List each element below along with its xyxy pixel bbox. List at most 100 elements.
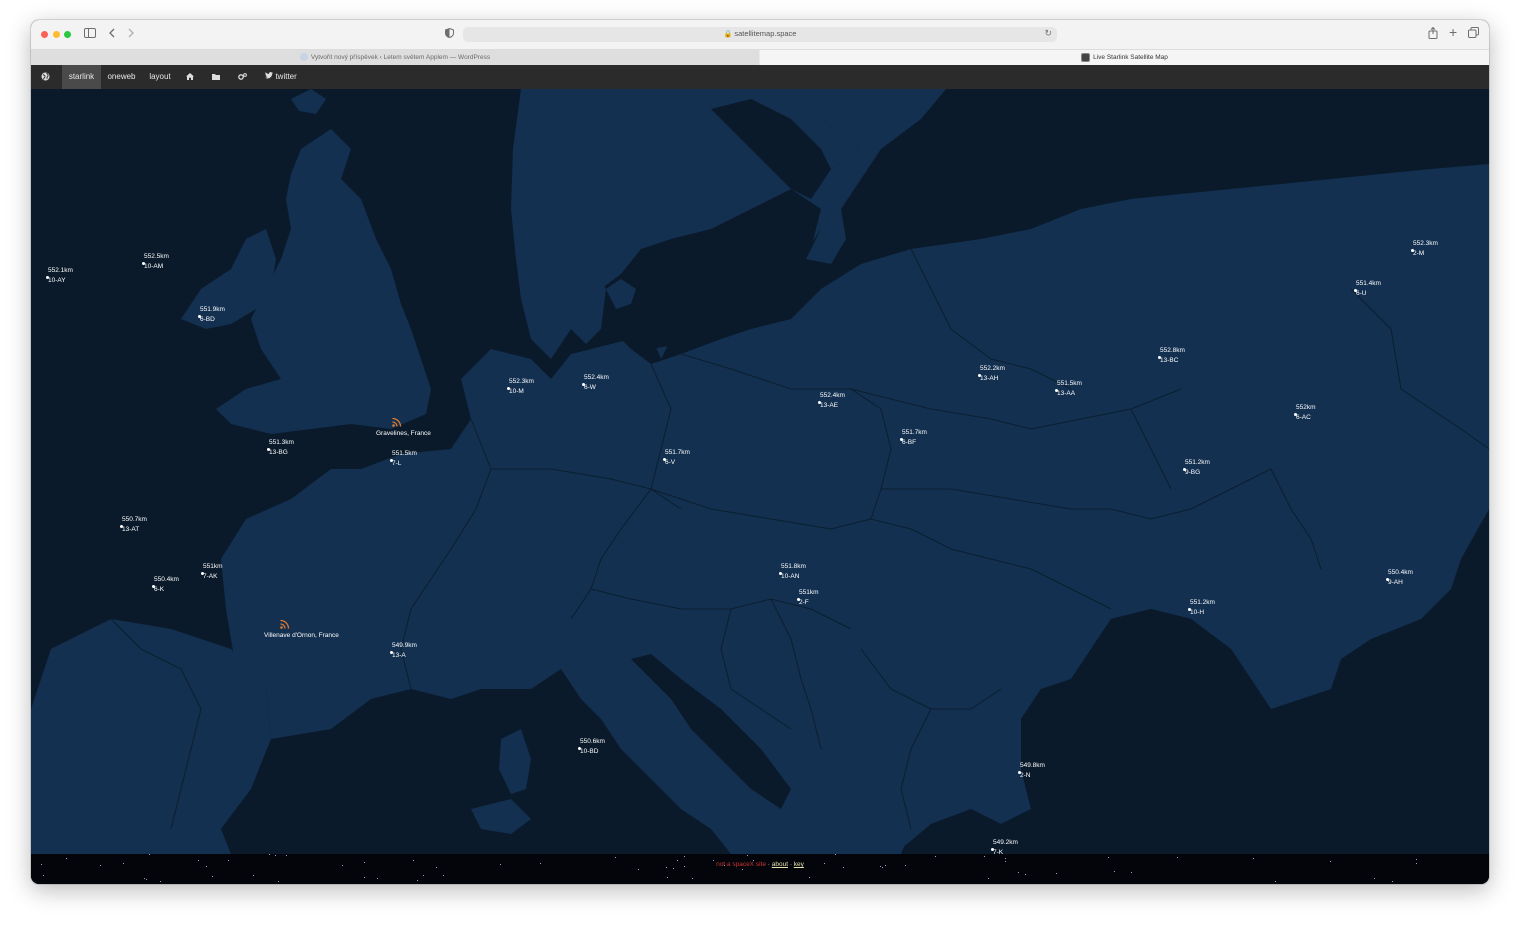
satellite-marker[interactable]: 551.2km 9-BG xyxy=(1183,458,1263,482)
satellite-marker[interactable]: 549.2km 7-K xyxy=(991,838,1071,854)
ground-station-marker[interactable]: Villenave d'Ornon, France xyxy=(264,619,384,643)
star-dot xyxy=(198,860,199,861)
tab-overview-icon[interactable] xyxy=(1468,27,1479,41)
satellite-altitude: 551.5km xyxy=(1057,380,1082,387)
satellite-map[interactable]: 552.1km 10-AY 552.5km 10-AM 551.9km 6-BD… xyxy=(31,89,1489,854)
satellite-marker[interactable]: 551.5km 7-L xyxy=(390,449,470,473)
star-dot xyxy=(212,876,213,877)
folder-icon[interactable] xyxy=(209,65,223,89)
star-dot xyxy=(423,875,424,876)
star-dot xyxy=(160,881,161,882)
star-dot xyxy=(753,860,754,861)
satellite-marker[interactable]: 551.4km 6-U xyxy=(1354,279,1434,303)
satellite-altitude: 550.6km xyxy=(580,738,605,745)
star-dot xyxy=(882,867,883,868)
satellite-marker[interactable]: 552.1km 10-AY xyxy=(46,266,126,290)
ground-station-name: Gravelines, France xyxy=(376,430,431,437)
minimize-window-button[interactable] xyxy=(53,31,60,38)
close-window-button[interactable] xyxy=(41,31,48,38)
satellite-altitude: 552.1km xyxy=(48,267,73,274)
satellite-marker[interactable]: 552.2km 13-AH xyxy=(978,364,1058,388)
satellite-marker[interactable]: 550.4km 6-K xyxy=(152,575,232,599)
shield-icon[interactable] xyxy=(445,27,454,41)
star-dot xyxy=(747,855,748,856)
satellite-altitude: 552.3km xyxy=(1413,240,1438,247)
tab-title: Vytvořit nový příspěvek ‹ Letem světem A… xyxy=(310,54,491,61)
footer-starfield: not a spaceX site · about · key xyxy=(31,854,1489,884)
ground-station-name: Villenave d'Ornon, France xyxy=(264,632,339,639)
share-icon[interactable] xyxy=(1428,26,1438,42)
satellite-id: 9-BG xyxy=(1185,469,1201,476)
home-icon[interactable] xyxy=(183,65,197,89)
star-dot xyxy=(666,867,667,868)
star-dot xyxy=(1330,861,1331,862)
tab-starlink-map[interactable]: Live Starlink Satellite Map xyxy=(760,50,1489,66)
satellite-marker[interactable]: 551.2km 10-H xyxy=(1188,598,1268,622)
nav-layout[interactable]: layout xyxy=(145,65,175,89)
satellite-marker[interactable]: 552.8km 13-BC xyxy=(1158,346,1238,370)
satellite-marker[interactable]: 551.8km 10-AN xyxy=(779,562,859,586)
nav-starlink[interactable]: starlink xyxy=(62,65,101,89)
satellite-marker[interactable]: 551.7km 6-V xyxy=(663,448,743,472)
ground-station-marker[interactable]: Gravelines, France xyxy=(376,417,496,441)
globe-icon[interactable] xyxy=(37,65,53,89)
satellite-marker[interactable]: 551km 2-F xyxy=(797,588,877,612)
satellite-altitude: 551.8km xyxy=(781,563,806,570)
about-link[interactable]: about xyxy=(772,861,788,868)
satellite-altitude: 550.7km xyxy=(122,516,147,523)
satellite-marker[interactable]: 552.4km 13-AE xyxy=(818,391,898,415)
new-tab-icon[interactable]: + xyxy=(1449,25,1457,39)
reload-icon[interactable]: ↻ xyxy=(1044,28,1052,39)
star-dot xyxy=(905,865,906,866)
satellite-marker[interactable]: 550.7km 13-AT xyxy=(120,515,200,539)
satellite-marker[interactable]: 552.5km 10-AM xyxy=(142,252,222,276)
star-dot xyxy=(1416,863,1417,864)
satellite-marker[interactable]: 550.4km 9-AH xyxy=(1386,568,1466,592)
satellite-altitude: 551km xyxy=(203,563,223,570)
satellite-marker[interactable]: 551.7km 6-BF xyxy=(900,428,980,452)
satellite-altitude: 551.7km xyxy=(665,449,690,456)
star-dot xyxy=(1253,858,1254,859)
satellite-id: 2-M xyxy=(1413,250,1425,257)
address-bar[interactable]: 🔒 satellitemap.space ↻ xyxy=(463,27,1057,42)
satellite-altitude: 552.3km xyxy=(509,378,534,385)
nav-twitter[interactable]: twitter xyxy=(261,65,301,89)
satellite-marker[interactable]: 551.3km 13-BG xyxy=(267,438,347,462)
satellite-id: 6-V xyxy=(665,459,676,466)
satellite-altitude: 552.2km xyxy=(980,365,1005,372)
satellite-marker[interactable]: 552.3km 2-M xyxy=(1411,239,1489,263)
browser-window: 🔒 satellitemap.space ↻ + Vytvořit nový p… xyxy=(31,20,1489,884)
key-link[interactable]: key xyxy=(794,861,804,868)
satellite-marker[interactable]: 551.5km 13-AA xyxy=(1055,379,1135,403)
star-dot xyxy=(1018,872,1019,873)
star-dot xyxy=(724,865,725,866)
nav-oneweb[interactable]: oneweb xyxy=(104,65,139,89)
satellite-altitude: 551.5km xyxy=(392,450,417,457)
satellite-marker[interactable]: 549.9km 13-A xyxy=(390,641,470,665)
cogs-icon[interactable] xyxy=(235,65,249,89)
star-dot xyxy=(880,866,881,867)
star-dot xyxy=(228,860,229,861)
star-dot xyxy=(843,867,844,868)
satellite-marker[interactable]: 552.3km 10-M xyxy=(507,377,587,401)
star-dot xyxy=(684,866,685,867)
tab-wordpress[interactable]: Vytvořit nový příspěvek ‹ Letem světem A… xyxy=(31,50,759,66)
satellite-altitude: 551.2km xyxy=(1185,459,1210,466)
satellite-marker[interactable]: 549.8km 2-N xyxy=(1018,761,1098,785)
forward-icon[interactable] xyxy=(127,27,135,41)
sidebar-icon[interactable] xyxy=(84,27,96,41)
satellite-altitude: 552.4km xyxy=(584,374,609,381)
star-dot xyxy=(684,856,685,857)
twitter-icon xyxy=(265,65,274,89)
zoom-window-button[interactable] xyxy=(64,31,71,38)
satellite-id: 10-M xyxy=(509,388,524,395)
satellite-altitude: 551.4km xyxy=(1356,280,1381,287)
satellite-altitude: 552.4km xyxy=(820,392,845,399)
star-dot xyxy=(692,878,693,879)
satellite-marker[interactable]: 550.6km 10-BD xyxy=(578,737,658,761)
satellite-marker[interactable]: 552.4km 6-W xyxy=(582,373,662,397)
satellite-marker[interactable]: 551.9km 6-BD xyxy=(198,305,278,329)
back-icon[interactable] xyxy=(108,27,116,41)
star-dot xyxy=(286,855,287,856)
satellite-marker[interactable]: 552km 6-AC xyxy=(1294,403,1374,427)
